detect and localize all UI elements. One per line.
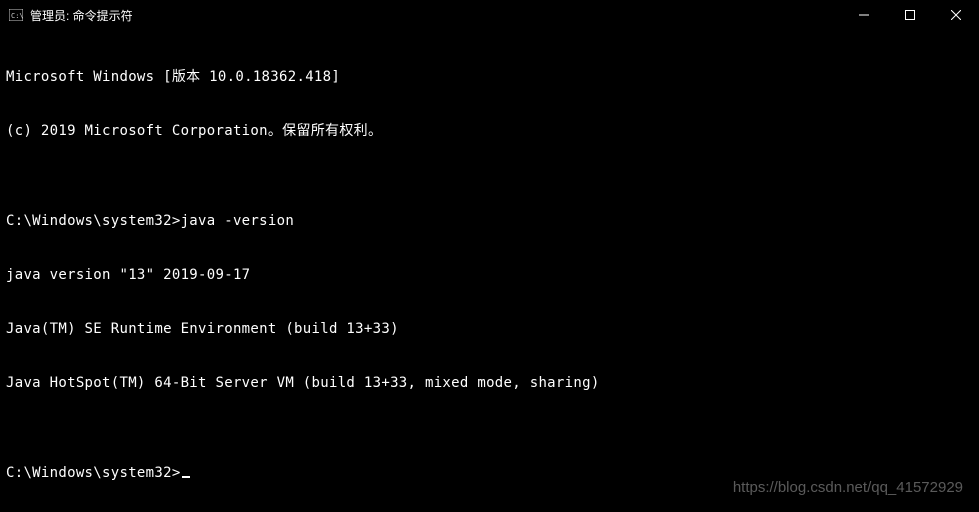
- output-line: Java(TM) SE Runtime Environment (build 1…: [6, 320, 973, 338]
- window-titlebar: C:\ 管理员: 命令提示符: [0, 0, 979, 30]
- titlebar-left: C:\ 管理员: 命令提示符: [8, 7, 133, 24]
- output-line: Java HotSpot(TM) 64-Bit Server VM (build…: [6, 374, 973, 392]
- terminal-output[interactable]: Microsoft Windows [版本 10.0.18362.418] (c…: [0, 30, 979, 512]
- maximize-button[interactable]: [887, 0, 933, 30]
- svg-text:C:\: C:\: [11, 12, 23, 20]
- output-line: C:\Windows\system32>java -version: [6, 212, 973, 230]
- close-button[interactable]: [933, 0, 979, 30]
- output-line: (c) 2019 Microsoft Corporation。保留所有权利。: [6, 122, 973, 140]
- window-controls: [841, 0, 979, 30]
- cmd-icon: C:\: [8, 7, 24, 23]
- output-line: java version "13" 2019-09-17: [6, 266, 973, 284]
- prompt-text: C:\Windows\system32>: [6, 465, 181, 481]
- prompt-line: C:\Windows\system32>: [6, 464, 973, 482]
- minimize-button[interactable]: [841, 0, 887, 30]
- window-title: 管理员: 命令提示符: [30, 7, 133, 24]
- output-line: Microsoft Windows [版本 10.0.18362.418]: [6, 68, 973, 86]
- cursor-icon: [182, 476, 190, 478]
